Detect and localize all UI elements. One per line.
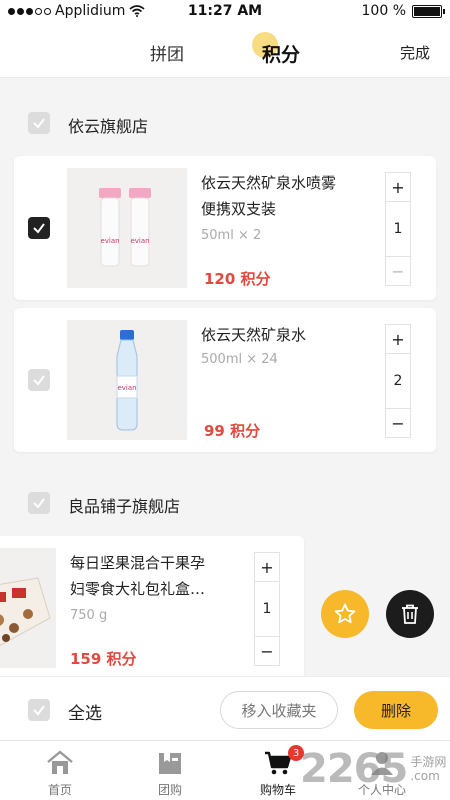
done-button[interactable]: 完成 [400,42,430,63]
product-spec: 500ml × 24 [201,352,278,367]
increase-button[interactable]: + [386,173,410,201]
delete-item-button[interactable] [386,590,434,638]
decrease-button[interactable]: − [386,257,410,285]
evian-spray-icon[interactable]: evian evian [67,168,187,288]
decrease-button[interactable]: − [255,637,279,665]
cart-item-card: evian 依云天然矿泉水 500ml × 24 99 积分 + 2 − [14,308,436,452]
store-name[interactable]: 依云旗舰店 [68,113,148,137]
group-buy-icon [154,749,186,777]
select-all-label[interactable]: 全选 [68,699,102,724]
store-checkbox[interactable] [28,112,50,134]
quantity-value[interactable]: 1 [255,581,279,637]
cart-badge: 3 [288,745,304,761]
star-icon [334,603,356,624]
svg-text:evian: evian [130,237,149,245]
nut-gift-box-icon[interactable] [0,548,56,668]
product-spec: 750 g [70,608,108,623]
tab-points[interactable]: 积分 [262,40,300,67]
status-bar: Applidium 11:27 AM 100 % [0,0,450,24]
product-price: 159 积分 [70,650,137,668]
check-icon [33,375,45,386]
home-icon [44,749,76,777]
favorite-button[interactable] [321,590,369,638]
cart-item-card: evian evian 依云天然矿泉水喷雾 便携双支装 50ml × 2 120… [14,156,436,300]
svg-text:evian: evian [117,384,136,392]
check-icon [33,118,45,129]
increase-button[interactable]: + [386,325,410,353]
move-to-favorites-button[interactable]: 移入收藏夹 [220,691,338,729]
tab-home[interactable]: 首页 [20,741,100,800]
tab-cart[interactable]: 3 购物车 [238,741,318,800]
cart-item-card: 每日坚果混合干果孕 妇零食大礼包礼盒… 750 g 159 积分 + 1 − [0,536,304,680]
battery-status: 100 % [361,3,445,19]
decrease-button[interactable]: − [386,409,410,437]
increase-button[interactable]: + [255,553,279,581]
item-checkbox[interactable] [28,369,50,391]
tab-label: 购物车 [259,783,296,797]
quantity-value[interactable]: 2 [386,353,410,409]
trash-icon [402,604,418,624]
quantity-stepper: + 2 − [385,324,411,438]
top-nav: 拼团 积分 完成 [0,24,450,78]
svg-text:evian: evian [100,237,119,245]
delete-button[interactable]: 删除 [354,691,438,729]
quantity-stepper: + 1 − [385,172,411,286]
bottom-tab-bar: 首页 团购 3 购物车 个人中心 [0,740,450,800]
tab-label: 团购 [157,783,182,797]
tab-label: 个人中心 [357,783,406,797]
select-all-checkbox[interactable] [28,699,50,721]
evian-bottle-icon[interactable]: evian [67,320,187,440]
store-name[interactable]: 良品铺子旗舰店 [68,493,180,517]
product-name[interactable]: 依云天然矿泉水 [201,322,371,348]
tab-group-buy[interactable]: 拼团 [150,40,184,65]
battery-percent: 100 % [361,3,406,19]
cart-action-bar: 全选 移入收藏夹 删除 [0,676,450,740]
check-icon [33,498,45,509]
tab-group-buy-nav[interactable]: 团购 [130,741,210,800]
item-checkbox[interactable] [28,217,50,239]
product-price: 99 积分 [204,422,261,440]
product-name[interactable]: 依云天然矿泉水喷雾 便携双支装 [201,170,371,222]
quantity-stepper: + 1 − [254,552,280,666]
product-spec: 50ml × 2 [201,228,262,243]
battery-icon [412,4,445,18]
product-name[interactable]: 每日坚果混合干果孕 妇零食大礼包礼盒… [70,550,240,602]
store-checkbox[interactable] [28,492,50,514]
tab-label: 首页 [47,783,72,797]
profile-icon [366,749,398,777]
check-icon [33,223,45,234]
check-icon [33,705,45,716]
quantity-value[interactable]: 1 [386,201,410,257]
tab-profile[interactable]: 个人中心 [342,741,422,800]
product-price: 120 积分 [204,270,271,288]
